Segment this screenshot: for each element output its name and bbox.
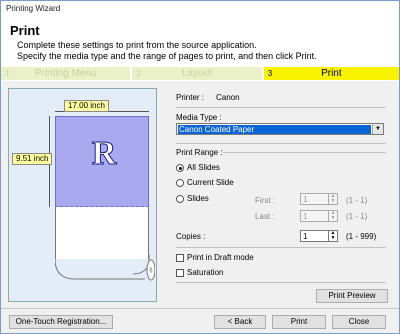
- saturation-label[interactable]: Saturation: [187, 268, 223, 277]
- saturation-checkbox[interactable]: [176, 269, 184, 277]
- last-slide-value: 1: [303, 212, 308, 221]
- slides-radio[interactable]: [176, 195, 184, 203]
- description-line-1: Complete these settings to print from th…: [17, 40, 257, 50]
- step-label: Layout: [182, 68, 213, 79]
- media-type-select[interactable]: Canon Coated Paper ▼: [176, 123, 384, 135]
- description-line-2: Specify the media type and the range of …: [17, 51, 317, 61]
- step-layout: 2 Layout: [132, 67, 262, 80]
- layout-preview: R 17.00 inch 9.51 inch: [8, 88, 157, 302]
- divider: [176, 107, 386, 108]
- height-label: 9.51 inch: [12, 153, 53, 165]
- page-description: Complete these settings to print from th…: [17, 40, 397, 62]
- last-label: Last :: [255, 212, 275, 221]
- roll-paper: [55, 207, 149, 259]
- printer-label: Printer :: [176, 93, 205, 102]
- print-preview-button[interactable]: Print Preview: [316, 289, 388, 303]
- window-title: Printing Wizard: [1, 1, 399, 17]
- media-type-label: Media Type :: [176, 113, 222, 122]
- last-slide-stepper: 1 ▲ ▼: [300, 210, 338, 222]
- first-slide-stepper: 1 ▲ ▼: [300, 193, 338, 205]
- spin-arrows-icon[interactable]: ▲ ▼: [328, 231, 337, 241]
- divider: [176, 143, 386, 144]
- slides-label[interactable]: Slides: [187, 194, 209, 203]
- chevron-down-icon[interactable]: ▼: [372, 124, 383, 134]
- divider: [223, 152, 386, 153]
- first-slide-value: 1: [303, 195, 308, 204]
- all-slides-label[interactable]: All Slides: [187, 163, 220, 172]
- copies-range-hint: (1 - 999): [346, 232, 377, 241]
- current-slide-label[interactable]: Current Slide: [187, 178, 234, 187]
- preview-glyph: R: [91, 135, 117, 172]
- spin-arrows-icon: ▲ ▼: [328, 211, 337, 221]
- copies-stepper[interactable]: 1 ▲ ▼: [300, 230, 338, 242]
- current-slide-radio[interactable]: [176, 179, 184, 187]
- media-type-value: Canon Coated Paper: [178, 125, 371, 134]
- divider: [176, 247, 386, 248]
- first-label: First :: [255, 196, 275, 205]
- last-range-hint: (1 - 1): [346, 212, 368, 221]
- width-label: 17.00 inch: [64, 100, 109, 112]
- draft-mode-label[interactable]: Print in Draft mode: [187, 253, 254, 262]
- step-printing-menu: 1 Printing Menu: [1, 67, 131, 80]
- first-range-hint: (1 - 1): [346, 196, 368, 205]
- copies-label: Copies :: [176, 232, 206, 241]
- print-range-label: Print Range :: [176, 148, 223, 157]
- draft-mode-checkbox[interactable]: [176, 254, 184, 262]
- step-print: 3 Print: [263, 67, 399, 80]
- printing-wizard-window: Printing Wizard Print Complete these set…: [0, 0, 400, 334]
- paper-roll-graphic: [55, 254, 155, 281]
- all-slides-radio[interactable]: [176, 164, 184, 172]
- one-touch-registration-button[interactable]: One-Touch Registration...: [9, 315, 113, 329]
- print-button[interactable]: Print: [272, 315, 326, 329]
- divider: [176, 282, 386, 283]
- wizard-steps: 1 Printing Menu 2 Layout 3 Print: [1, 67, 399, 80]
- back-button[interactable]: < Back: [214, 315, 266, 329]
- printer-name: Canon: [216, 93, 240, 102]
- step-label: Printing Menu: [34, 68, 97, 79]
- copies-value[interactable]: 1: [303, 232, 307, 241]
- page-title: Print: [10, 23, 40, 38]
- close-button[interactable]: Close: [332, 315, 386, 329]
- footer-divider: [1, 308, 399, 309]
- step-label: Print: [321, 68, 342, 79]
- spin-arrows-icon: ▲ ▼: [328, 194, 337, 204]
